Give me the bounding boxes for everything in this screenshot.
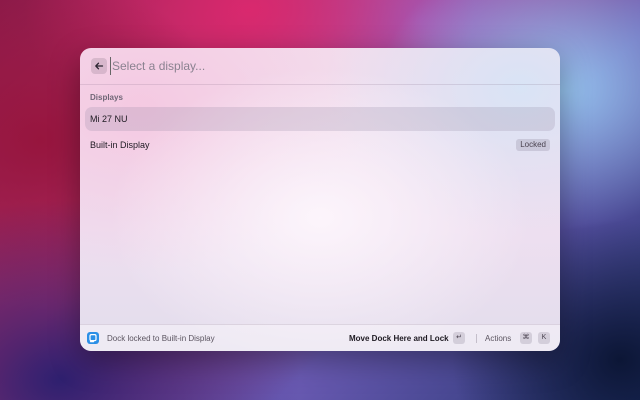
primary-action-button[interactable]: Move Dock Here and Lock [349,334,449,343]
desktop-background: Displays Mi 27 NU Built-in Display Locke… [0,0,640,400]
search-input[interactable] [110,57,532,75]
toast-message: Dock locked to Built-in Display [107,334,215,343]
arrow-left-icon [94,61,104,71]
action-bar: Dock locked to Built-in Display Move Doc… [80,324,560,351]
command-palette-window: Displays Mi 27 NU Built-in Display Locke… [80,48,560,351]
search-bar [80,48,560,85]
list-item-label: Built-in Display [90,140,150,150]
extension-icon [87,332,99,344]
locked-badge: Locked [516,139,550,151]
divider [476,334,477,343]
k-key-badge: K [538,332,550,344]
section-title: Displays [90,93,123,102]
enter-key-badge: ↵ [453,332,465,344]
back-button[interactable] [91,58,107,74]
list-item-label: Mi 27 NU [90,114,128,124]
command-key-badge: ⌘ [520,332,532,344]
list-item-mi-27-nu[interactable]: Mi 27 NU [85,107,555,131]
actions-button[interactable]: Actions [485,334,511,343]
list-item-built-in-display[interactable]: Built-in Display Locked [85,133,555,157]
